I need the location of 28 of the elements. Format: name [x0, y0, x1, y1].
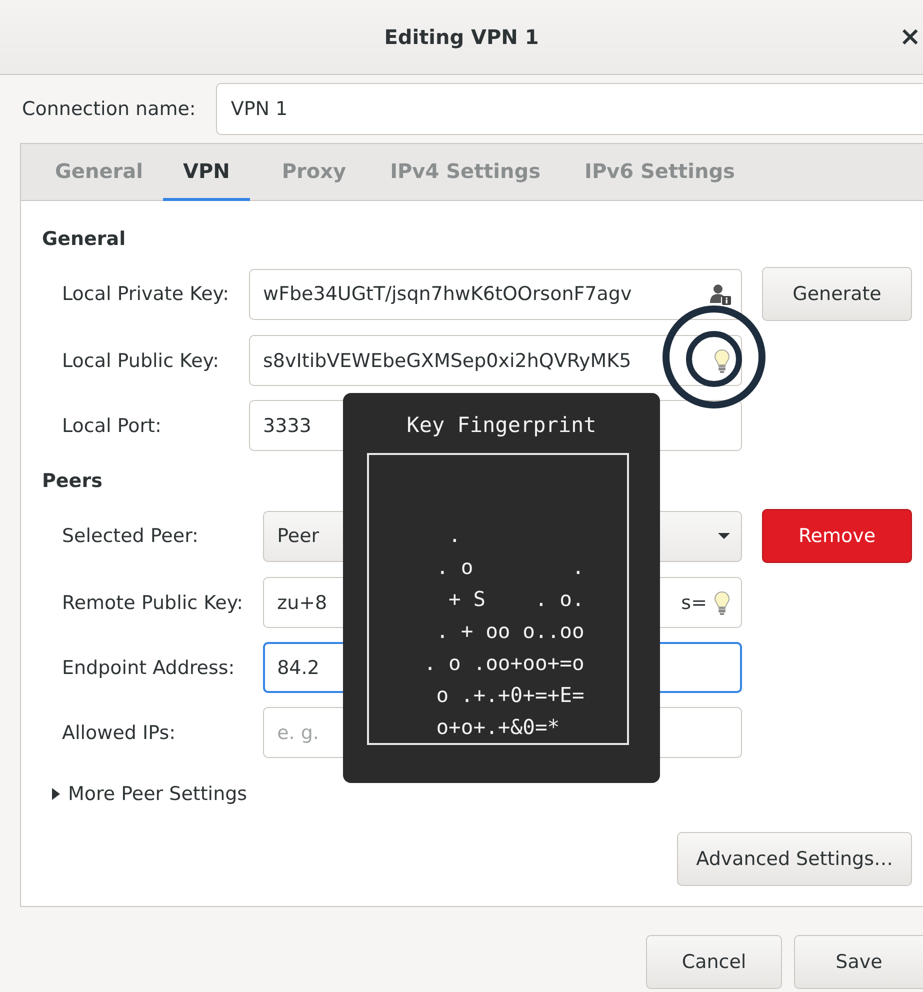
connection-name-field[interactable]: VPN 1 [216, 83, 923, 135]
field-label: Remote Public Key: [62, 592, 244, 614]
field-label: Selected Peer: [62, 525, 200, 547]
field-label: Connection name: [22, 98, 196, 120]
close-button[interactable]: × [897, 22, 923, 52]
section-heading: Peers [42, 469, 104, 494]
fingerprint-art: . . o . + S . o. . + oo o..oo . o .oo+oo+=o o .+.+0+=+E= o+o+.+&0=* [366, 453, 628, 745]
tab[interactable]: VPN [163, 144, 250, 201]
field-label: Allowed IPs: [62, 722, 177, 744]
light-bulb-icon [713, 590, 731, 614]
tooltip-title: Key Fingerprint [406, 413, 596, 439]
light-bulb-icon [713, 348, 731, 372]
generate-button[interactable]: Generate [762, 267, 912, 321]
field-label: Local Private Key: [62, 283, 230, 305]
text-field[interactable]: wFbe34UGtT/jsqn7hwK6tOOrsonF7agv [249, 268, 742, 320]
text-field[interactable]: s8vItibVEWEbeGXMSep0xi2hQVRyMK5 [249, 335, 742, 386]
expander-label[interactable]: More Peer Settings [68, 783, 248, 805]
advanced-settings-button[interactable]: Advanced Settings… [677, 832, 912, 886]
field-label: Local Port: [62, 414, 162, 436]
cancel-button[interactable]: Cancel [646, 935, 782, 989]
window-title: Editing VPN 1 [384, 25, 539, 49]
field-label: Local Public Key: [62, 350, 220, 372]
remove-button[interactable]: Remove [762, 509, 912, 563]
section-heading: General [42, 227, 127, 252]
caret-icon [717, 532, 731, 540]
user-info-icon [709, 283, 731, 305]
field-label: Endpoint Address: [62, 656, 236, 678]
save-button[interactable]: Save [794, 935, 923, 989]
